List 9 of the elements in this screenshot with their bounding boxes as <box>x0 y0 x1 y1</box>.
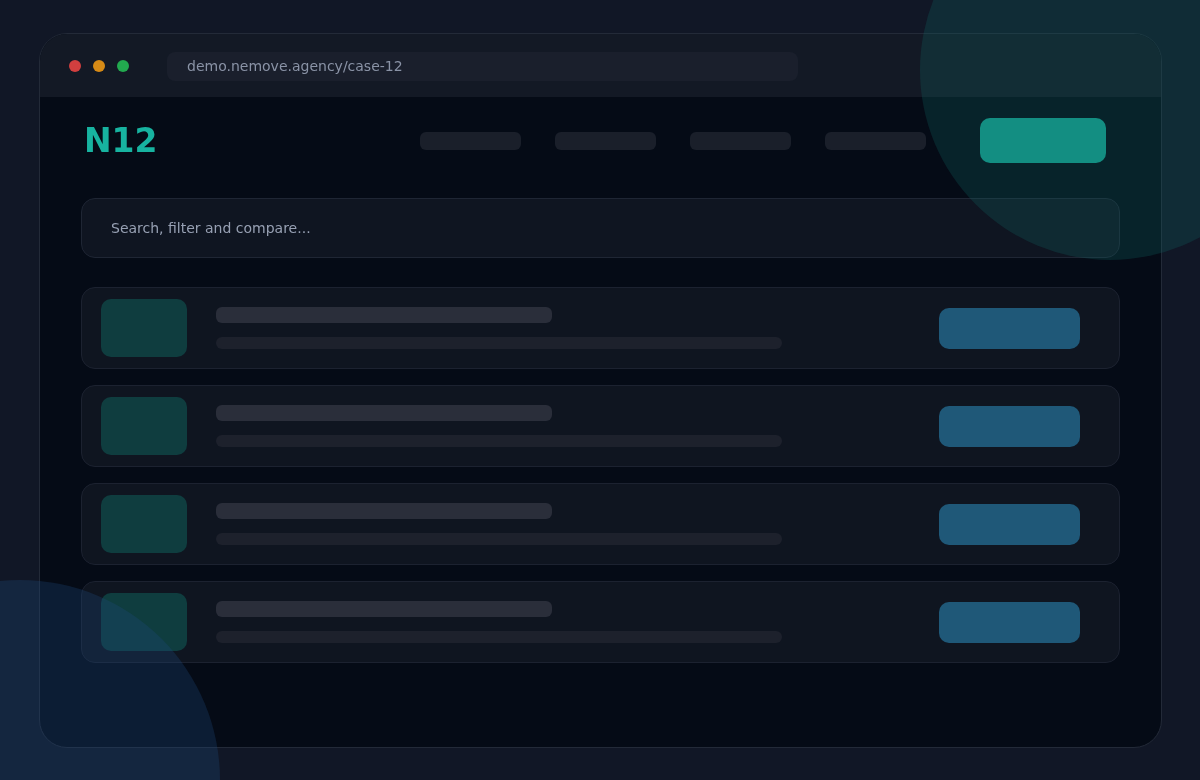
button-placeholder[interactable] <box>939 503 1080 545</box>
button-placeholder[interactable] <box>939 601 1080 643</box>
cta-button[interactable] <box>980 118 1106 163</box>
logo[interactable]: N12 <box>84 115 420 166</box>
search-input[interactable]: Search, filter and compare... <box>111 217 1119 239</box>
search-field[interactable]: Search, filter and compare... <box>81 198 1120 258</box>
address-bar[interactable]: demo.nemove.agency/case-12 <box>167 51 798 81</box>
button-placeholder[interactable] <box>939 405 1080 447</box>
button-placeholder[interactable] <box>939 307 1080 349</box>
